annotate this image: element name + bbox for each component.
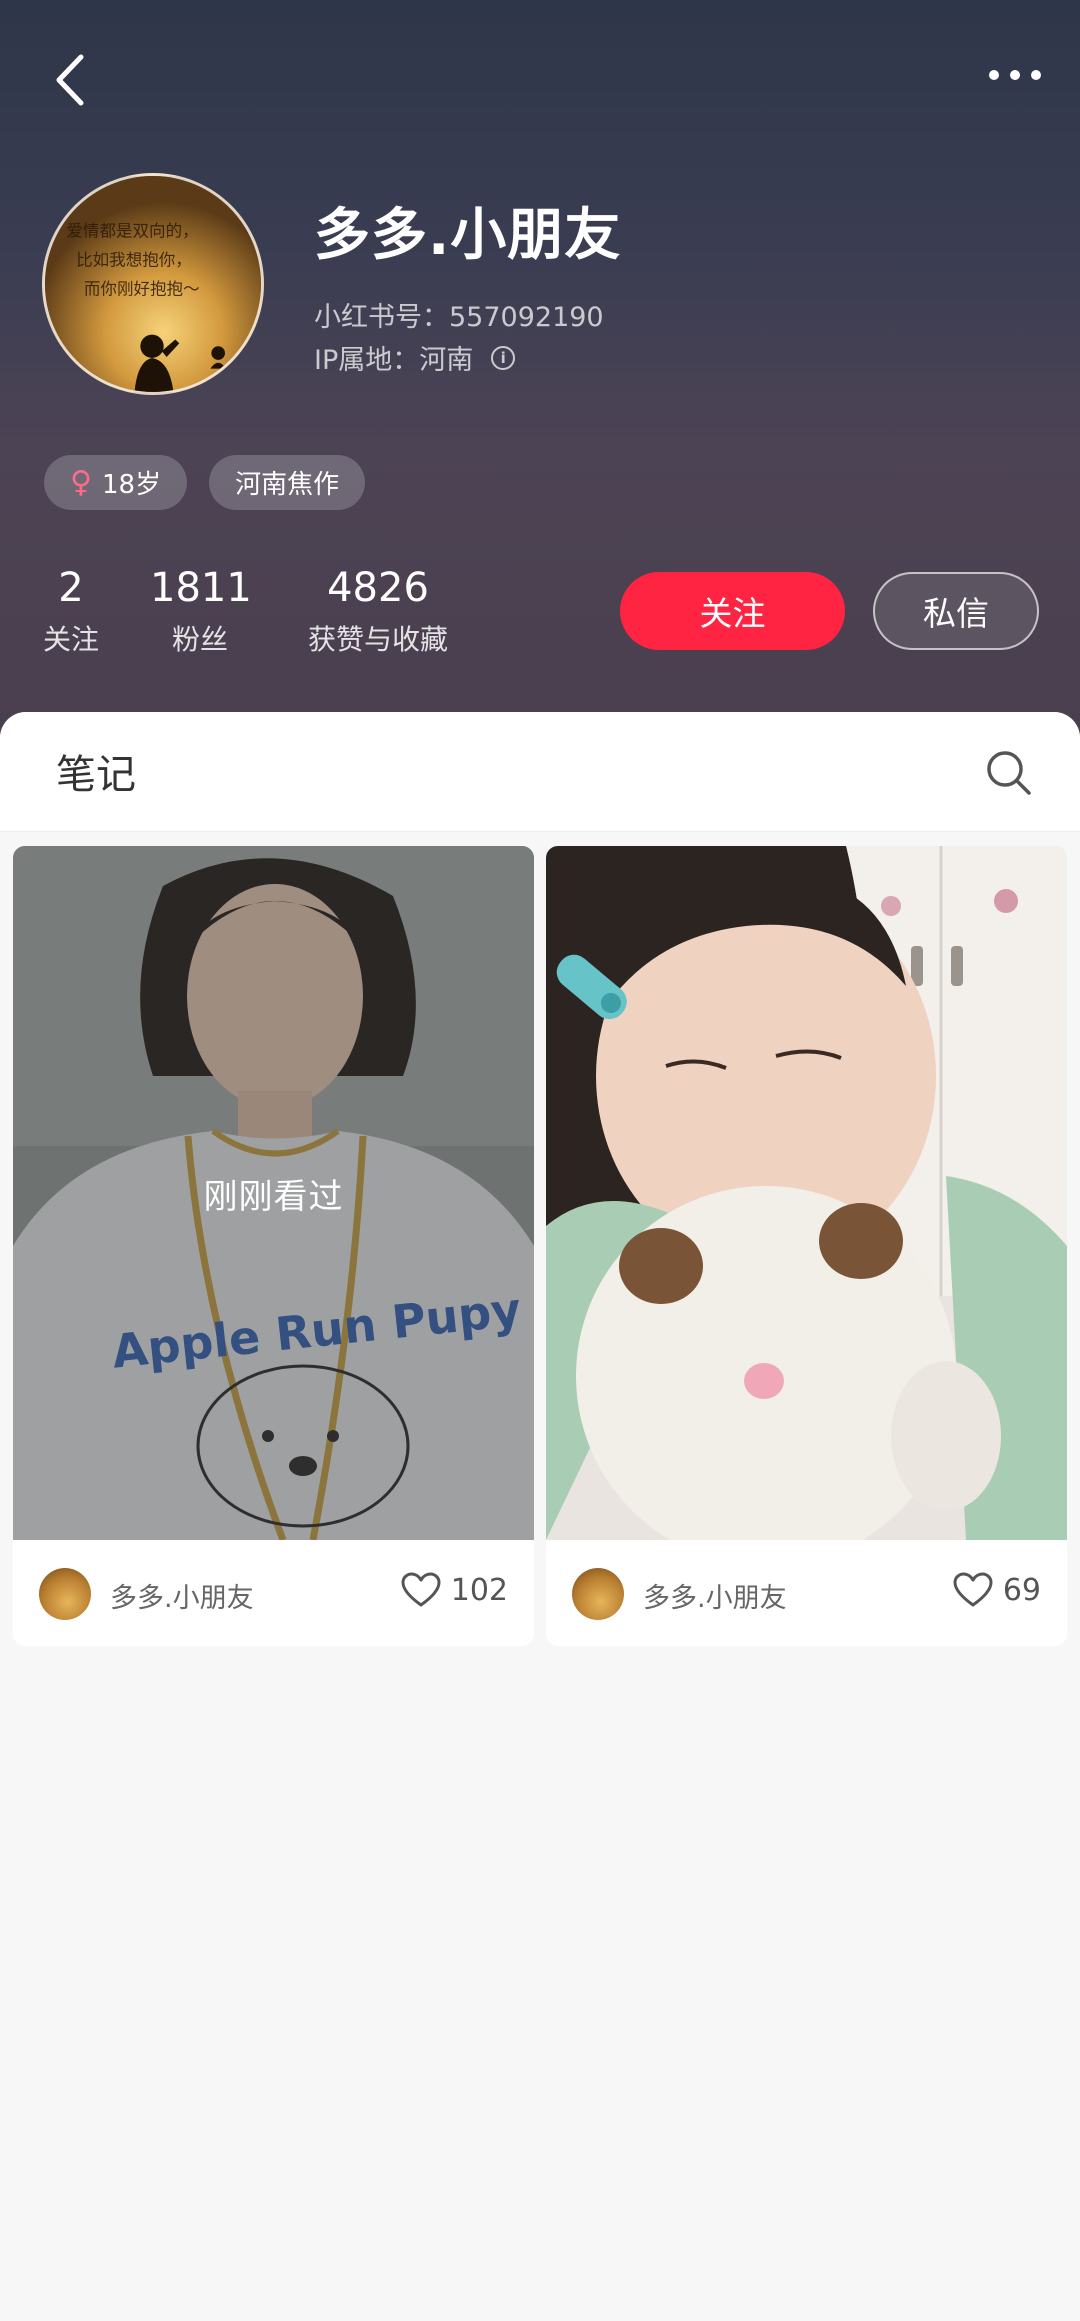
svg-text:而你刚好抱抱～: 而你刚好抱抱～ [84, 280, 200, 299]
location-label: 河南焦作 [235, 470, 340, 500]
like-count: 102 [450, 1572, 508, 1608]
author-avatar[interactable] [39, 1568, 91, 1620]
profile-ip-location: IP属地：河南 i [314, 338, 516, 377]
author-avatar[interactable] [572, 1568, 624, 1620]
info-icon[interactable]: i [491, 345, 516, 370]
profile-tags: ♀ 18岁 河南焦作 [44, 455, 366, 510]
stat-followers[interactable]: 1811 粉丝 [150, 560, 252, 658]
profile-id-text: 小红书号：557092190 [314, 302, 604, 333]
note-cover-image[interactable] [546, 846, 1067, 1540]
following-label: 关注 [42, 623, 99, 656]
notes-section: 笔记 Apple Run Pupy 刚刚看过 多多.小朋友 102 多多.小朋友… [0, 712, 1080, 2321]
search-button[interactable] [984, 748, 1034, 798]
followers-label: 粉丝 [171, 623, 228, 656]
following-count: 2 [58, 565, 84, 611]
message-button[interactable]: 私信 [873, 572, 1039, 650]
more-dots-icon [989, 70, 1041, 80]
back-button[interactable] [40, 50, 100, 110]
age-label: 18岁 [101, 470, 162, 500]
like-button[interactable]: 102 [401, 1572, 508, 1608]
profile-header: 爱情都是双向的， 比如我想抱你， 而你刚好抱抱～ 多多.小朋友 小红书号：557… [0, 0, 1080, 740]
stat-likes-collections[interactable]: 4826 获赞与收藏 [298, 560, 458, 658]
recently-viewed-label: 刚刚看过 [203, 1176, 344, 1217]
like-button[interactable]: 69 [953, 1572, 1041, 1608]
likes-collections-label: 获赞与收藏 [307, 623, 448, 656]
female-icon: ♀ [70, 464, 92, 500]
likes-collections-count: 4826 [327, 565, 429, 611]
follow-button[interactable]: 关注 [620, 572, 845, 650]
profile-stats: 2 关注 1811 粉丝 4826 获赞与收藏 [0, 560, 520, 670]
profile-avatar[interactable]: 爱情都是双向的， 比如我想抱你， 而你刚好抱抱～ [42, 173, 264, 395]
note-cover-image[interactable]: Apple Run Pupy 刚刚看过 [13, 846, 534, 1540]
stat-following[interactable]: 2 关注 [36, 560, 106, 658]
recently-viewed-overlay: 刚刚看过 [13, 846, 534, 1540]
profile-id[interactable]: 小红书号：557092190 [314, 295, 604, 334]
profile-nickname: 多多.小朋友 [314, 203, 622, 268]
heart-icon [953, 1572, 993, 1607]
more-options-button[interactable] [980, 50, 1050, 100]
tab-notes[interactable]: 笔记 [56, 742, 136, 800]
note-card-footer: 多多.小朋友 69 [546, 1540, 1067, 1646]
note-card-footer: 多多.小朋友 102 [13, 1540, 534, 1646]
gender-age-tag: ♀ 18岁 [44, 455, 188, 510]
author-name[interactable]: 多多.小朋友 [643, 1576, 787, 1615]
note-card[interactable]: 多多.小朋友 69 [546, 846, 1067, 1646]
ip-location-text: IP属地：河南 [314, 345, 474, 376]
location-tag: 河南焦作 [209, 455, 366, 510]
svg-text:爱情都是双向的，: 爱情都是双向的， [66, 221, 198, 240]
like-count: 69 [1002, 1572, 1041, 1608]
search-icon [987, 751, 1031, 795]
chevron-left-icon [56, 54, 84, 106]
notes-tab-bar: 笔记 [0, 712, 1080, 832]
svg-text:比如我想抱你，: 比如我想抱你， [76, 251, 192, 270]
author-name[interactable]: 多多.小朋友 [110, 1576, 254, 1615]
followers-count: 1811 [150, 565, 252, 611]
heart-icon [401, 1572, 441, 1607]
note-card[interactable]: Apple Run Pupy 刚刚看过 多多.小朋友 102 [13, 846, 534, 1646]
